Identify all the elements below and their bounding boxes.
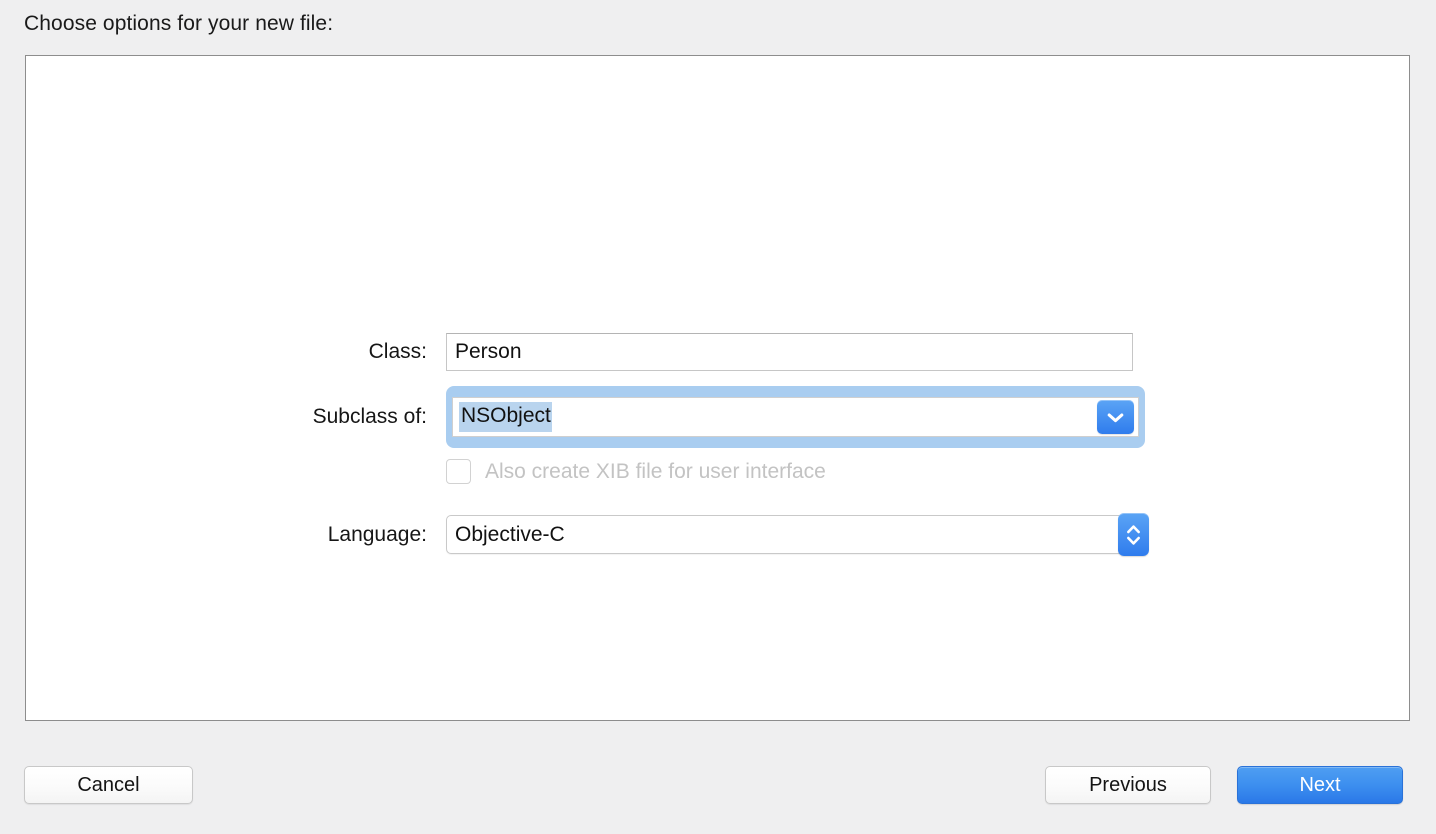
chevron-down-icon: [1106, 411, 1125, 424]
language-popup-button[interactable]: Objective-C: [446, 515, 1133, 554]
xib-checkbox[interactable]: [446, 459, 471, 484]
cancel-button[interactable]: Cancel: [24, 766, 193, 804]
language-row: Language: Objective-C: [26, 513, 1149, 556]
language-popup-wrap: Objective-C: [446, 513, 1149, 556]
class-label: Class:: [368, 340, 427, 363]
next-button[interactable]: Next: [1237, 766, 1403, 804]
subclass-combo-input[interactable]: NSObject: [452, 397, 1139, 437]
subclass-dropdown-button[interactable]: [1097, 400, 1134, 434]
options-panel: Class: Person Subclass of: NSObject Also…: [25, 55, 1410, 721]
class-row: Class: Person: [26, 333, 1133, 371]
chevron-up-down-icon: [1124, 522, 1143, 548]
subclass-selected-value: NSObject: [459, 402, 552, 432]
subclass-label: Subclass of:: [312, 405, 427, 428]
xib-checkbox-label: Also create XIB file for user interface: [485, 459, 826, 483]
xib-row: Also create XIB file for user interface: [26, 459, 826, 484]
language-label: Language:: [327, 522, 427, 546]
class-input[interactable]: Person: [446, 333, 1133, 371]
page-title: Choose options for your new file:: [24, 12, 334, 35]
subclass-combo-focus-ring: NSObject: [446, 386, 1145, 448]
previous-button[interactable]: Previous: [1045, 766, 1211, 804]
subclass-row: Subclass of: NSObject: [26, 386, 1145, 448]
language-stepper[interactable]: [1118, 513, 1149, 556]
